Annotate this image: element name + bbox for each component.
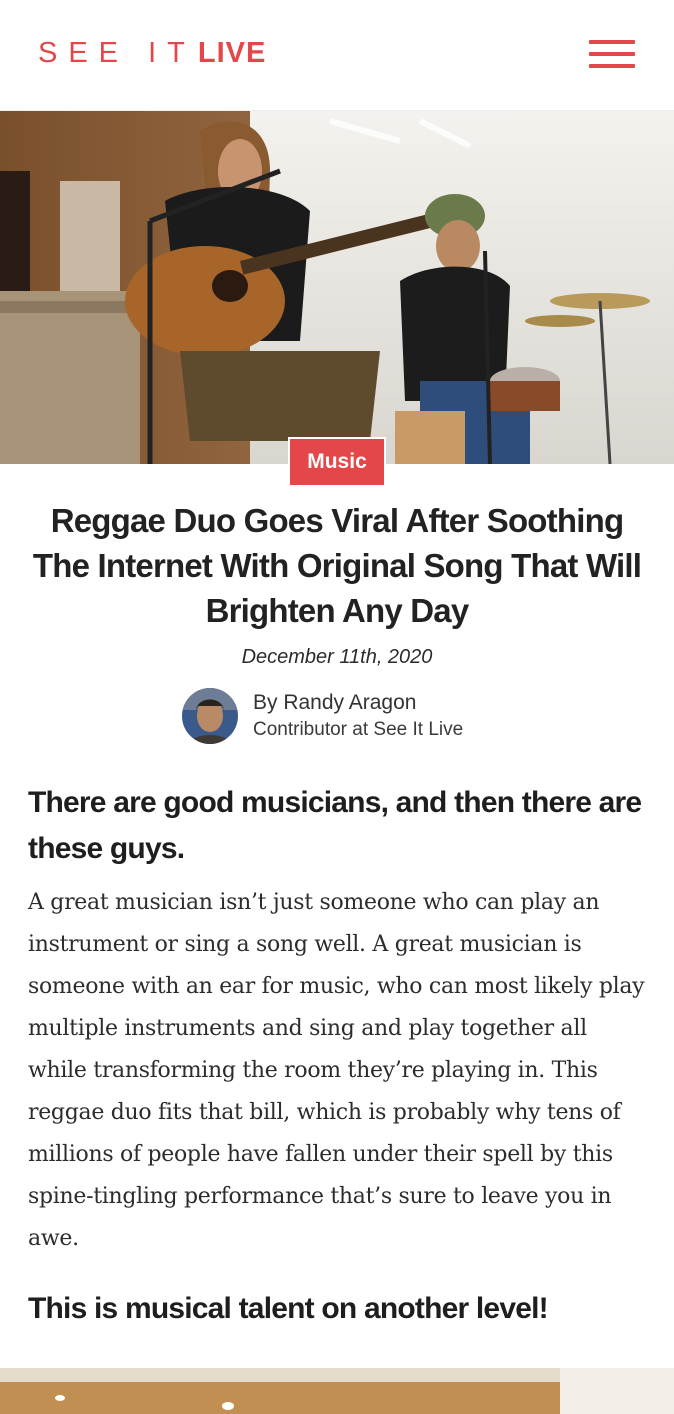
site-logo[interactable]: SEE IT LIVE — [38, 35, 266, 71]
article-paragraph: A great musician isn’t just someone who … — [28, 890, 645, 1251]
article-subheading: There are good musicians, and then there… — [28, 786, 642, 865]
logo-text-live: LIVE — [197, 37, 267, 69]
avatar-image — [182, 688, 238, 744]
article-image-2-illustration — [0, 1368, 674, 1414]
article-image-2 — [0, 1368, 674, 1414]
author-avatar[interactable] — [182, 688, 238, 744]
article-body: There are good musicians, and then there… — [28, 780, 646, 1332]
hero-image — [0, 111, 674, 464]
logo-text-see-it: SEE IT — [38, 37, 196, 69]
category-badge[interactable]: Music — [288, 437, 386, 487]
menu-bar — [589, 52, 635, 56]
site-header: SEE IT LIVE — [0, 0, 674, 111]
author-name[interactable]: By Randy Aragon — [253, 689, 463, 717]
menu-bar — [589, 64, 635, 68]
hero-illustration — [0, 111, 674, 464]
menu-bar — [589, 40, 635, 44]
author-meta: By Randy Aragon Contributor at See It Li… — [253, 689, 463, 743]
author-role: Contributor at See It Live — [253, 719, 464, 740]
article-subheading-2: This is musical talent on another level! — [28, 1292, 549, 1325]
hamburger-menu-icon[interactable] — [586, 36, 638, 72]
article-title: Reggae Duo Goes Viral After Soothing The… — [32, 502, 642, 629]
publish-date: December 11th, 2020 — [241, 646, 433, 668]
author-byline: By Randy Aragon Contributor at See It Li… — [182, 686, 463, 746]
